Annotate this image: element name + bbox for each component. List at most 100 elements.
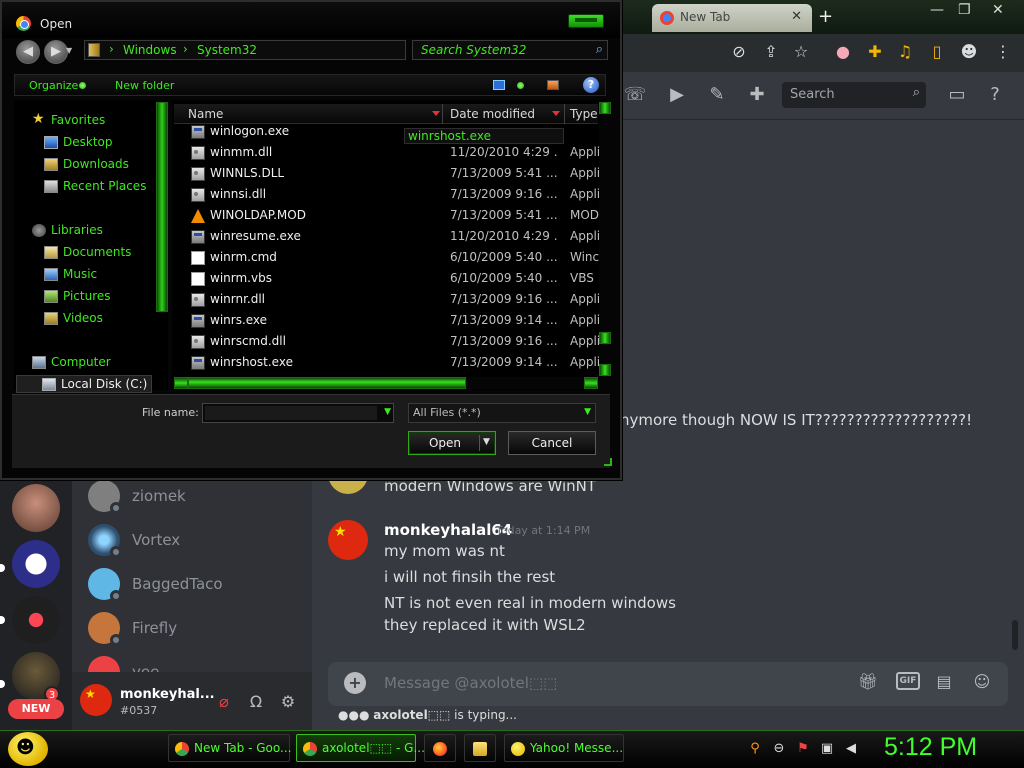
scroll-thumb[interactable] [188, 377, 466, 389]
emoji-icon[interactable]: ☺ [970, 670, 994, 694]
address-bar[interactable]: › Windows › System32 ▼ ⇆ [84, 40, 481, 60]
more-icon[interactable]: ⋮ [992, 41, 1014, 63]
taskbar-button-firefox[interactable] [424, 734, 456, 762]
breadcrumb-separator-icon[interactable]: › [109, 42, 114, 56]
back-arrow-icon[interactable]: ◀ [16, 40, 40, 64]
attach-plus-icon[interactable]: + [344, 672, 366, 694]
column-name[interactable]: Name [188, 107, 223, 121]
dm-item-yee[interactable]: yee [84, 652, 304, 672]
file-row[interactable]: winrs.exe 7/13/2009 9:14 ... Appli [188, 311, 600, 331]
scroll-up-button[interactable] [599, 102, 611, 114]
gif-button[interactable]: GIF [896, 672, 920, 690]
chevron-down-icon[interactable]: ▼ [384, 407, 391, 417]
column-divider[interactable] [442, 104, 443, 124]
search-input[interactable]: Search System32 ⌕ [412, 40, 608, 60]
file-row[interactable]: WINNLS.DLL 7/13/2009 5:41 ... Appli [188, 164, 600, 184]
sort-arrow-icon[interactable] [432, 111, 440, 116]
voice-call-icon[interactable]: ☏ [622, 82, 648, 108]
dm-item-vortex[interactable]: Vortex [84, 520, 304, 560]
recent-locations-dropdown-icon[interactable]: ▼ [66, 46, 72, 55]
file-row[interactable]: winrm.vbs 6/10/2009 5:40 ... VBS [188, 269, 600, 289]
dm-item-firefly[interactable]: Firefly [84, 608, 304, 648]
message-author[interactable]: monkeyhalal64 [384, 521, 512, 539]
mute-microphone-icon[interactable]: ⌀ [214, 692, 234, 712]
breadcrumb-system32[interactable]: System32 [197, 43, 257, 57]
resize-grip[interactable] [604, 458, 612, 466]
taskbar-clock[interactable]: 5:12 PM [884, 733, 977, 762]
cancel-button[interactable]: Cancel [508, 431, 596, 455]
help-icon[interactable]: ? [982, 82, 1008, 108]
start-button[interactable]: ☻ [8, 732, 48, 766]
new-tab-icon[interactable]: + [818, 6, 833, 27]
extension-flag-icon[interactable]: ● [832, 41, 854, 63]
share-icon[interactable]: ⇪ [760, 41, 782, 63]
open-button[interactable]: Open ▼ [408, 431, 496, 455]
navigation-scrollbar[interactable] [156, 102, 168, 312]
media-icon[interactable]: ♫ [894, 41, 916, 63]
pinned-messages-icon[interactable]: ✎ [704, 82, 730, 108]
file-row[interactable]: winrshost.exe 7/13/2009 9:14 ... Appli [188, 353, 600, 373]
search-icon[interactable]: ⌕ [596, 42, 603, 57]
sticker-icon[interactable]: ▤ [932, 670, 956, 694]
chevron-down-icon[interactable]: ▼ [483, 437, 490, 447]
help-icon[interactable]: ? [583, 77, 599, 93]
file-row[interactable]: winrnr.dll 7/13/2009 9:16 ... Appli [188, 290, 600, 310]
settings-gear-icon[interactable]: ⚙ [278, 692, 298, 712]
sort-arrow-icon[interactable] [552, 111, 560, 116]
file-list-horizontal-scrollbar[interactable] [174, 377, 598, 389]
search-tray-icon[interactable]: ⚲ [746, 740, 764, 758]
file-row[interactable]: winrm.cmd 6/10/2009 5:40 ... Winc [188, 248, 600, 268]
file-type-select[interactable]: All Files (*.*) ▼ [408, 403, 596, 423]
restore-icon[interactable]: ❐ [958, 2, 971, 18]
forward-arrow-icon[interactable]: ▶ [44, 40, 68, 64]
server-icon-valorant[interactable] [12, 596, 60, 644]
scroll-left-button[interactable] [174, 377, 188, 389]
organize-menu[interactable]: Organize [29, 79, 78, 92]
avatar[interactable]: ★ [80, 684, 112, 716]
inbox-icon[interactable]: ▭ [944, 82, 970, 108]
server-icon-face[interactable] [12, 484, 60, 532]
chat-scrollbar[interactable] [1012, 620, 1018, 650]
profile-icon[interactable]: ☻ [958, 41, 980, 63]
breadcrumb-windows[interactable]: Windows [123, 43, 177, 57]
dm-item-baggedtaco[interactable]: BaggedTaco [84, 564, 304, 604]
chevron-down-icon[interactable]: ▼ [584, 407, 591, 417]
dm-item-ziomek[interactable]: ziomek [84, 476, 304, 516]
bookmark-star-icon[interactable]: ☆ [790, 41, 812, 63]
scroll-right-button[interactable] [584, 377, 598, 389]
view-options-icon[interactable] [493, 80, 505, 90]
file-row[interactable]: WINOLDAP.MOD 7/13/2009 5:41 ... MOD [188, 206, 600, 226]
file-row[interactable]: winrscmd.dll 7/13/2009 9:16 ... Appli [188, 332, 600, 352]
file-name-input[interactable]: ▼ [202, 403, 394, 423]
server-icon-monopoly[interactable] [12, 540, 60, 588]
add-friend-icon[interactable]: ✚ [744, 82, 770, 108]
video-call-icon[interactable]: ▶ [664, 82, 690, 108]
blocked-icon[interactable]: ⊘ [728, 41, 750, 63]
file-row[interactable]: winresume.exe 11/20/2010 4:29 ... Appli [188, 227, 600, 247]
taskbar-button-yahoo-messenger[interactable]: Yahoo! Messe... [504, 734, 624, 762]
view-dropdown-icon[interactable] [517, 82, 524, 89]
gift-icon[interactable]: 🎁︎ [856, 670, 880, 694]
minus-tray-icon[interactable]: ⊖ [770, 740, 788, 758]
file-list-vertical-scrollbar[interactable] [599, 102, 611, 390]
browser-tab[interactable]: New Tab ✕ [652, 4, 812, 32]
close-tab-icon[interactable]: ✕ [791, 9, 802, 24]
volume-icon[interactable]: ◀ [842, 740, 860, 758]
network-icon[interactable]: ▣ [818, 740, 836, 758]
column-divider[interactable] [564, 104, 565, 124]
taskbar-button-new-tab[interactable]: New Tab - Goo... [168, 734, 291, 762]
headphones-icon[interactable]: Ω [246, 692, 266, 712]
dialog-titlebar[interactable] [2, 2, 620, 38]
scroll-thumb[interactable] [599, 332, 611, 344]
action-center-flag-icon[interactable]: ⚑ [794, 740, 812, 758]
avatar[interactable]: ★ [328, 520, 368, 560]
file-name-value[interactable] [205, 406, 377, 420]
file-row[interactable]: winnsi.dll 7/13/2009 9:16 ... Appli [188, 185, 600, 205]
minimize-icon[interactable]: — [930, 2, 944, 18]
extension-puzzle-icon[interactable]: ✚ [864, 41, 886, 63]
scroll-down-button[interactable] [599, 364, 611, 376]
breadcrumb-separator-icon[interactable]: › [183, 42, 188, 56]
taskbar-button-explorer[interactable] [464, 734, 496, 762]
new-folder-button[interactable]: New folder [115, 79, 174, 92]
column-date-modified[interactable]: Date modified [450, 107, 535, 121]
